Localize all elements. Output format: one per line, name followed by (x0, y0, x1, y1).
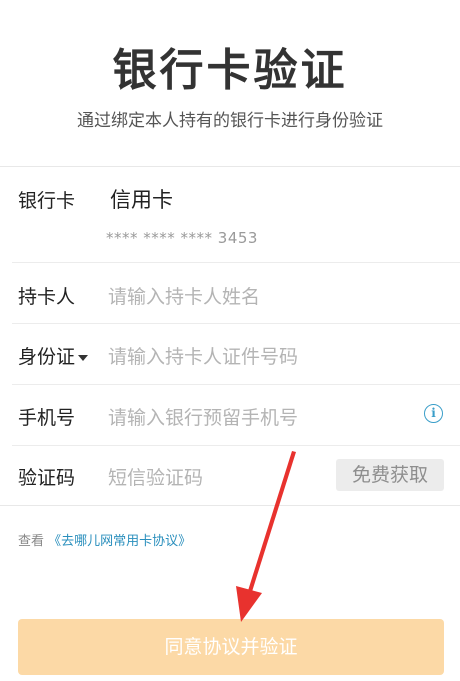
holder-label: 持卡人 (18, 286, 76, 308)
card-type-value[interactable]: 信用卡 (110, 184, 173, 214)
arrow-head (236, 586, 262, 622)
id-label: 身份证 (18, 346, 76, 368)
divider (12, 323, 460, 324)
id-type-selector[interactable]: 身份证 (18, 342, 89, 369)
agree-verify-button[interactable]: 同意协议并验证 (18, 619, 444, 675)
phone-input[interactable]: 请输入银行预留手机号 (108, 403, 298, 430)
info-circle-icon[interactable]: i (424, 404, 443, 423)
page-subtitle: 通过绑定本人持有的银行卡进行身份验证 (77, 111, 383, 131)
agreement-line: 查看 《去哪儿网常用卡协议》 (18, 530, 191, 549)
caret-down-icon (78, 354, 89, 361)
page-title: 银行卡验证 (112, 45, 348, 96)
card-number: **** **** **** 3453 (106, 229, 258, 247)
code-label: 验证码 (18, 467, 76, 489)
divider (12, 384, 460, 385)
card-label: 银行卡 (18, 190, 76, 212)
divider (12, 445, 460, 446)
divider (12, 262, 460, 263)
page-header: 银行卡验证 通过绑定本人持有的银行卡进行身份验证 (0, 0, 460, 166)
agreement-prefix: 查看 (18, 534, 45, 549)
phone-label: 手机号 (18, 407, 76, 429)
sms-code-input[interactable]: 短信验证码 (108, 463, 203, 490)
id-number-input[interactable]: 请输入持卡人证件号码 (108, 342, 298, 369)
agreement-link[interactable]: 《去哪儿网常用卡协议》 (48, 534, 191, 549)
get-code-button[interactable]: 免费获取 (336, 459, 444, 491)
holder-name-input[interactable]: 请输入持卡人姓名 (108, 282, 260, 309)
card-form (0, 166, 460, 506)
